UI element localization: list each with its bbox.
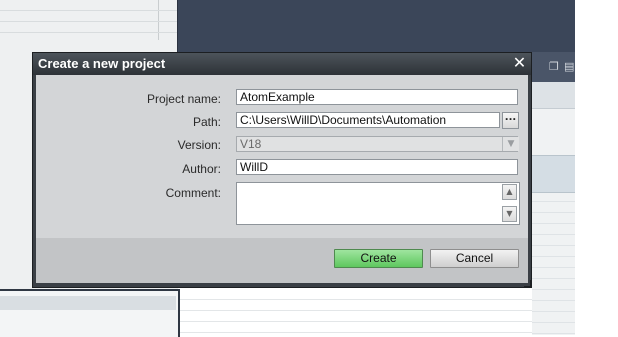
background-header [178, 0, 575, 52]
version-value: V18 [240, 137, 262, 151]
dialog-footer: Create Cancel [36, 238, 528, 283]
path-input[interactable]: C:\Users\WillD\Documents\Automation [236, 112, 500, 128]
background-right-row [532, 82, 575, 109]
author-input[interactable]: WillD [236, 159, 518, 175]
background-grid [0, 0, 178, 40]
path-label: Path: [192, 115, 221, 129]
version-select[interactable]: V18 [236, 136, 518, 152]
scroll-down-icon[interactable]: ▼ [502, 206, 517, 222]
dialog-titlebar[interactable]: Create a new project ✕ [33, 53, 531, 75]
author-label: Author: [182, 162, 221, 176]
close-icon[interactable]: ✕ [511, 55, 528, 72]
chevron-down-icon[interactable]: ▼ [502, 137, 519, 151]
cancel-button[interactable]: Cancel [430, 249, 519, 268]
scroll-up-icon[interactable]: ▲ [502, 184, 517, 200]
background-right-lines [532, 191, 575, 335]
comment-label: Comment: [165, 186, 221, 200]
project-name-label: Project name: [146, 92, 221, 106]
version-label: Version: [177, 138, 221, 152]
background-right-toolbar: ❐ ▤ [532, 52, 575, 82]
resize-grip[interactable] [524, 280, 532, 288]
dialog-title: Create a new project [38, 56, 166, 71]
background-right-row-selected [532, 155, 575, 193]
window-restore-icon[interactable]: ❐ [549, 60, 559, 73]
panel-icon[interactable]: ▤ [564, 60, 574, 73]
background-grid-lines [180, 289, 532, 335]
create-project-dialog: Create a new project ✕ Project name: Ato… [32, 52, 532, 288]
create-button[interactable]: Create [334, 249, 423, 268]
project-name-input[interactable]: AtomExample [236, 89, 518, 105]
background-bottom-row [0, 296, 176, 310]
comment-textarea[interactable] [236, 182, 520, 225]
dialog-body: Project name: AtomExample Path: C:\Users… [36, 75, 528, 238]
browse-button[interactable]: ... [502, 112, 519, 129]
